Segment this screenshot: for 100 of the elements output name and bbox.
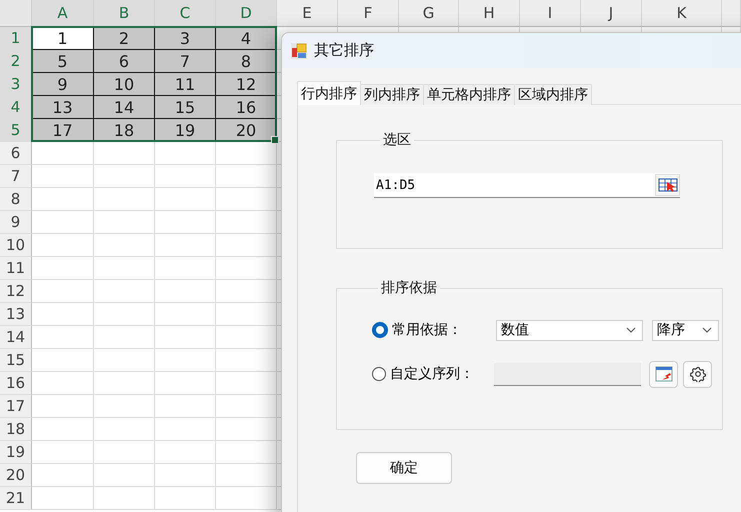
table-cell: 6 xyxy=(94,50,155,73)
table-cell xyxy=(94,395,155,418)
order-dropdown[interactable]: 降序 xyxy=(652,320,719,340)
table-cell: 14 xyxy=(94,96,155,119)
column-header[interactable]: G xyxy=(399,0,459,27)
table-cell xyxy=(155,234,216,257)
table-cell xyxy=(32,487,94,510)
table-cell xyxy=(94,487,155,510)
table-cell: 3 xyxy=(155,27,216,50)
option-label: 常用依据： xyxy=(392,321,463,339)
group-title: 排序依据 xyxy=(380,279,438,297)
column-header[interactable]: A xyxy=(32,0,94,27)
row-header[interactable]: 2 xyxy=(0,50,32,73)
table-cell: 5 xyxy=(32,50,94,73)
row-header[interactable]: 21 xyxy=(0,487,32,510)
row-header[interactable]: 13 xyxy=(0,303,32,326)
table-cell: 18 xyxy=(94,119,155,142)
row-header[interactable]: 20 xyxy=(0,464,32,487)
ok-button[interactable]: 确定 xyxy=(356,452,452,484)
row-header[interactable]: 7 xyxy=(0,165,32,188)
row-header[interactable]: 18 xyxy=(0,418,32,441)
fill-handle[interactable] xyxy=(271,136,279,144)
settings-icon xyxy=(690,366,706,382)
chevron-down-icon xyxy=(626,327,636,333)
row-header[interactable]: 14 xyxy=(0,326,32,349)
table-cell xyxy=(32,326,94,349)
table-cell xyxy=(216,418,277,441)
row-header[interactable]: 8 xyxy=(0,188,32,211)
table-cell xyxy=(155,165,216,188)
table-cell: 10 xyxy=(94,73,155,96)
table-cell xyxy=(216,188,277,211)
table-cell xyxy=(94,188,155,211)
row-header[interactable]: 4 xyxy=(0,96,32,119)
table-cell xyxy=(94,349,155,372)
table-cell xyxy=(32,349,94,372)
table-cell xyxy=(155,142,216,165)
radio-button[interactable] xyxy=(372,322,388,338)
column-header[interactable]: C xyxy=(155,0,216,27)
table-cell xyxy=(155,395,216,418)
table-cell xyxy=(94,303,155,326)
table-cell xyxy=(32,464,94,487)
table-cell xyxy=(155,487,216,510)
table-cell xyxy=(94,464,155,487)
table-cell: 4 xyxy=(216,27,277,50)
table-cell xyxy=(216,326,277,349)
chevron-down-icon xyxy=(702,327,712,333)
table-cell xyxy=(32,441,94,464)
table-cell xyxy=(216,280,277,303)
import-list-button[interactable] xyxy=(649,360,678,388)
table-cell xyxy=(155,280,216,303)
row-header[interactable]: 17 xyxy=(0,395,32,418)
column-header[interactable]: E xyxy=(277,0,338,27)
table-cell xyxy=(216,234,277,257)
row-header[interactable]: 6 xyxy=(0,142,32,165)
table-cell xyxy=(155,326,216,349)
table-cell: 15 xyxy=(155,96,216,119)
row-header[interactable]: 19 xyxy=(0,441,32,464)
range-picker-button[interactable] xyxy=(655,174,680,196)
table-cell: 19 xyxy=(155,119,216,142)
basis-dropdown[interactable]: 数值 xyxy=(496,320,643,340)
option-label: 自定义序列： xyxy=(390,365,475,383)
window-title: 其它排序 xyxy=(314,41,374,60)
column-header[interactable]: F xyxy=(338,0,399,27)
row-header[interactable]: 12 xyxy=(0,280,32,303)
table-cell: 11 xyxy=(155,73,216,96)
column-header[interactable]: K xyxy=(642,0,722,27)
column-header[interactable]: D xyxy=(216,0,277,27)
table-cell xyxy=(32,142,94,165)
table-cell xyxy=(155,441,216,464)
row-header[interactable]: 5 xyxy=(0,119,32,142)
table-cell: 9 xyxy=(32,73,94,96)
row-header[interactable]: 1 xyxy=(0,27,32,50)
table-cell xyxy=(216,487,277,510)
row-header[interactable]: 11 xyxy=(0,257,32,280)
tab[interactable]: 行内排序 xyxy=(297,81,361,105)
table-cell xyxy=(32,418,94,441)
app-icon xyxy=(290,42,308,60)
tab[interactable]: 区域内排序 xyxy=(514,84,592,105)
column-header[interactable]: I xyxy=(520,0,581,27)
row-header[interactable]: 15 xyxy=(0,349,32,372)
tab[interactable]: 列内排序 xyxy=(360,84,424,105)
row-header[interactable]: 3 xyxy=(0,73,32,96)
column-header[interactable]: B xyxy=(94,0,155,27)
table-cell xyxy=(94,372,155,395)
column-header[interactable]: H xyxy=(459,0,520,27)
table-cell xyxy=(94,211,155,234)
table-cell: 16 xyxy=(216,96,277,119)
row-header[interactable]: 10 xyxy=(0,234,32,257)
settings-button[interactable] xyxy=(683,360,712,388)
table-cell: 7 xyxy=(155,50,216,73)
table-cell xyxy=(94,326,155,349)
table-cell: 2 xyxy=(94,27,155,50)
tab[interactable]: 单元格内排序 xyxy=(423,84,515,105)
column-header[interactable]: J xyxy=(581,0,642,27)
table-cell xyxy=(32,303,94,326)
range-input-field[interactable]: A1:D5 xyxy=(374,173,680,198)
table-cell xyxy=(94,165,155,188)
table-cell: 1 xyxy=(32,27,94,50)
row-header[interactable]: 9 xyxy=(0,211,32,234)
row-header[interactable]: 16 xyxy=(0,372,32,395)
